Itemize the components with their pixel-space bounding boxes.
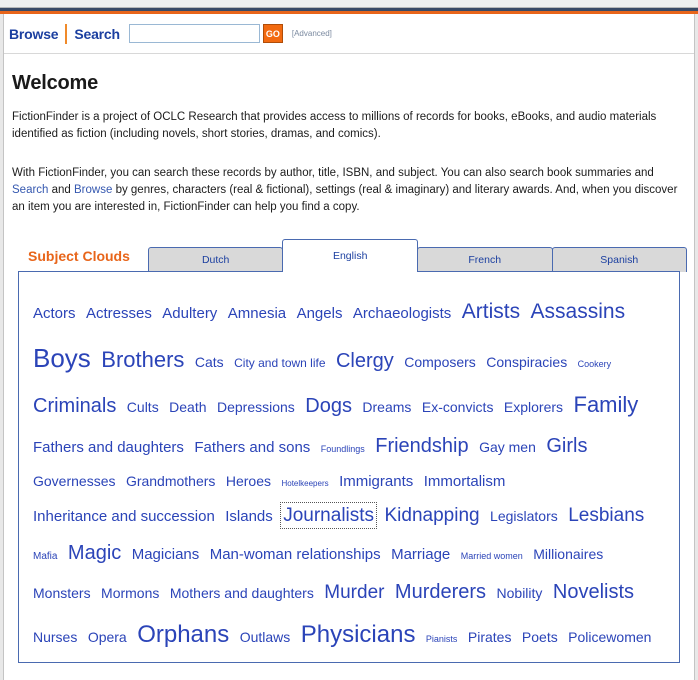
cloud-term-lesbians[interactable]: Lesbians [568,505,644,526]
cloud-term-conspiracies[interactable]: Conspiracies [486,354,567,370]
cloud-term-archaeologists[interactable]: Archaeologists [353,305,451,322]
browse-inline-link[interactable]: Browse [74,184,112,196]
tab-dutch[interactable]: Dutch [147,247,284,272]
intro-p2-text-2: and [48,184,75,196]
cloud-term-amnesia[interactable]: Amnesia [228,305,286,322]
cloud-term-opera[interactable]: Opera [88,629,127,645]
intro-p2-text-1: With FictionFinder, you can search these… [12,167,654,179]
subject-clouds-tabs: Subject Clouds Dutch English French Spanish [12,234,688,272]
cloud-term-orphans[interactable]: Orphans [137,621,229,648]
cloud-term-magicians[interactable]: Magicians [132,546,200,563]
cloud-term-cats[interactable]: Cats [195,354,224,370]
cloud-term-immortalism[interactable]: Immortalism [424,473,506,490]
page-left-edge [0,14,4,680]
cloud-term-heroes[interactable]: Heroes [226,473,271,489]
cloud-term-pirates[interactable]: Pirates [468,629,512,645]
tab-french[interactable]: French [416,247,553,272]
cloud-term-islands[interactable]: Islands [225,508,273,525]
cloud-term-friendship[interactable]: Friendship [375,435,468,457]
tab-list: Dutch English French Spanish [147,239,688,272]
cloud-term-city-and-town-life[interactable]: City and town life [234,356,325,370]
cloud-term-composers[interactable]: Composers [404,354,476,370]
cloud-term-inheritance-and-succession[interactable]: Inheritance and succession [33,508,215,525]
subject-clouds-label: Subject Clouds [28,248,130,264]
cloud-term-nurses[interactable]: Nurses [33,629,77,645]
cloud-term-fathers-and-daughters[interactable]: Fathers and daughters [33,439,184,456]
cloud-term-criminals[interactable]: Criminals [33,395,116,417]
cloud-term-death[interactable]: Death [169,399,206,415]
cloud-term-murder[interactable]: Murder [324,582,384,603]
advanced-search-link[interactable]: [Advanced] [292,29,332,38]
tab-spanish[interactable]: Spanish [551,247,688,272]
cloud-term-artists[interactable]: Artists [462,300,520,323]
cloud-term-poets[interactable]: Poets [522,629,558,645]
cloud-term-mothers-and-daughters[interactable]: Mothers and daughters [170,585,314,601]
go-button[interactable]: GO [262,24,283,43]
cloud-term-millionaires[interactable]: Millionaires [533,546,603,562]
page-right-edge [694,14,698,680]
cloud-term-explorers[interactable]: Explorers [504,399,563,415]
intro-paragraph-1: FictionFinder is a project of OCLC Resea… [12,111,657,140]
cloud-term-marriage[interactable]: Marriage [391,546,450,563]
cloud-term-clergy[interactable]: Clergy [336,350,394,372]
cloud-term-actors[interactable]: Actors [33,305,76,322]
cloud-term-magic[interactable]: Magic [68,542,121,564]
search-link[interactable]: Search [74,26,120,42]
cloud-term-angels[interactable]: Angels [297,305,343,322]
cloud-term-cookery[interactable]: Cookery [578,359,612,369]
cloud-term-boys[interactable]: Boys [33,343,91,373]
cloud-term-mormons[interactable]: Mormons [101,585,159,601]
cloud-term-cults[interactable]: Cults [127,399,159,415]
intro-paragraph-2: With FictionFinder, you can search these… [12,165,686,216]
nav-separator [65,23,68,44]
browse-link[interactable]: Browse [9,26,59,42]
cloud-term-outlaws[interactable]: Outlaws [240,629,291,645]
cloud-term-monsters[interactable]: Monsters [33,585,91,601]
search-inline-link[interactable]: Search [12,184,48,196]
main-content: Welcome FictionFinder is a project of OC… [0,54,698,664]
cloud-term-physicians[interactable]: Physicians [301,621,416,648]
cloud-term-hotelkeepers[interactable]: Hotelkeepers [281,479,328,488]
cloud-term-married-women[interactable]: Married women [461,551,523,561]
cloud-term-journalists[interactable]: Journalists [280,501,378,529]
cloud-term-dogs[interactable]: Dogs [305,395,352,417]
cloud-term-pianists[interactable]: Pianists [426,634,458,644]
cloud-term-ex-convicts[interactable]: Ex-convicts [422,399,494,415]
cloud-term-nobility[interactable]: Nobility [497,585,543,601]
cloud-term-dreams[interactable]: Dreams [362,399,411,415]
cloud-term-fathers-and-sons[interactable]: Fathers and sons [194,439,310,456]
cloud-term-gay-men[interactable]: Gay men [479,439,536,455]
cloud-term-adultery[interactable]: Adultery [162,305,217,322]
cloud-term-policewomen[interactable]: Policewomen [568,629,651,645]
intro-p2-text-3: by genres, characters (real & fictional)… [12,184,678,213]
cloud-term-grandmothers[interactable]: Grandmothers [126,473,215,489]
tab-english[interactable]: English [282,239,418,272]
cloud-term-mafia[interactable]: Mafia [33,551,57,562]
window-top-edge [0,0,698,8]
cloud-term-depressions[interactable]: Depressions [217,399,295,415]
cloud-term-governesses[interactable]: Governesses [33,473,115,489]
tag-cloud: Actors Actresses Adultery Amnesia Angels… [33,292,665,662]
subject-cloud-panel: Actors Actresses Adultery Amnesia Angels… [18,271,680,663]
cloud-term-man-woman-relationships[interactable]: Man-woman relationships [210,546,381,563]
page-title: Welcome [12,72,99,94]
cloud-term-assassins[interactable]: Assassins [531,300,626,323]
cloud-term-brothers[interactable]: Brothers [101,347,184,372]
cloud-term-actresses[interactable]: Actresses [86,305,152,322]
cloud-term-novelists[interactable]: Novelists [553,581,634,603]
page-root: Browse Search GO [Advanced] Welcome Fict… [0,0,698,680]
cloud-term-girls[interactable]: Girls [546,435,587,457]
cloud-term-kidnapping[interactable]: Kidnapping [385,505,480,526]
cloud-term-legislators[interactable]: Legislators [490,508,558,524]
cloud-term-family[interactable]: Family [574,392,639,417]
cloud-term-murderers[interactable]: Murderers [395,581,486,603]
cloud-term-immigrants[interactable]: Immigrants [339,473,413,490]
search-input[interactable] [128,24,260,43]
search-bar: Browse Search GO [Advanced] [0,14,698,54]
cloud-term-foundlings[interactable]: Foundlings [321,444,365,454]
